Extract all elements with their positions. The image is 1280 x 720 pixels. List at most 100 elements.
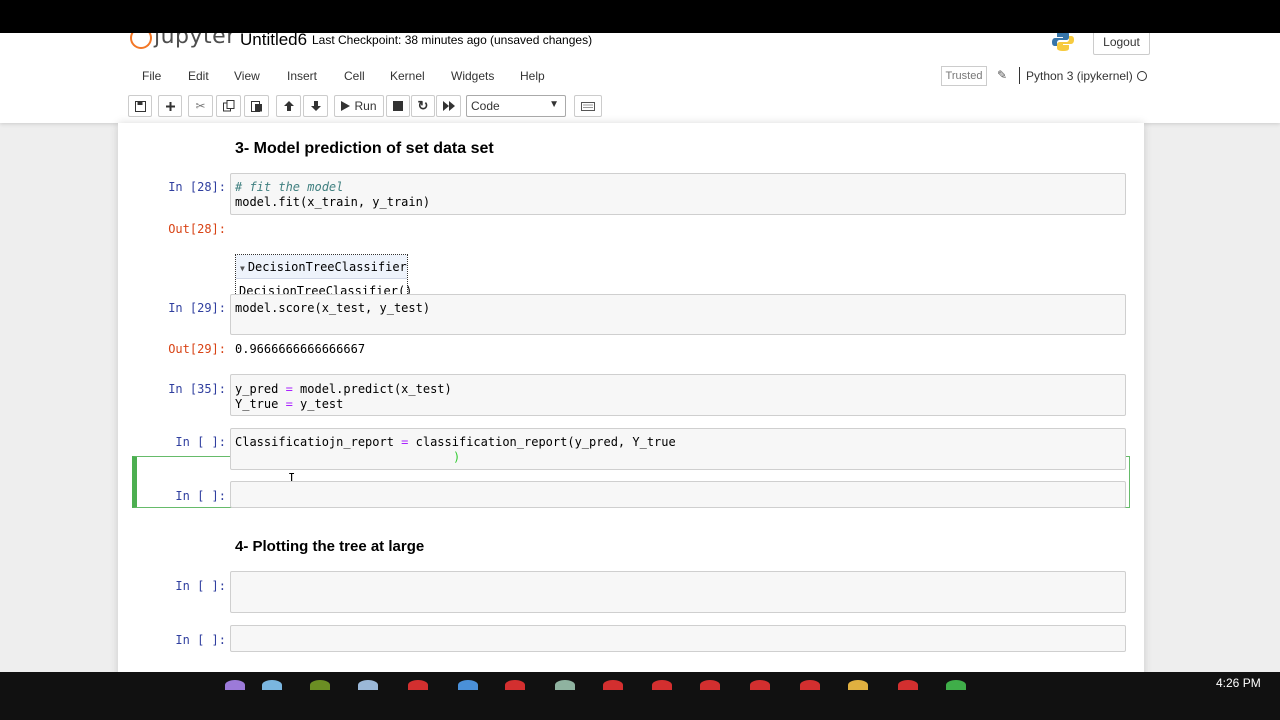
code-operator: = <box>285 382 293 396</box>
kernel-idle-icon <box>1137 71 1147 81</box>
command-palette-button[interactable] <box>574 95 602 117</box>
jupyter-logo[interactable]: jupyter <box>130 33 236 49</box>
app-icon[interactable] <box>555 680 575 690</box>
notebook-name[interactable]: Untitled6 <box>240 33 307 50</box>
menu-cell[interactable]: Cell <box>344 69 365 83</box>
paste-button[interactable] <box>244 95 269 117</box>
cell-28-prompt: In [28]: <box>168 180 226 194</box>
active-cell-input[interactable]: Classificatiojn_report = classification_… <box>230 428 1126 470</box>
markdown-heading-4: 4- Plotting the tree at large <box>235 538 425 555</box>
keyboard-icon <box>581 101 595 111</box>
app-icon[interactable] <box>358 680 378 690</box>
chrome-icon[interactable] <box>408 680 428 690</box>
paste-icon <box>250 101 262 112</box>
triangle-down-icon: ▼ <box>240 264 245 273</box>
cell-29-output: 0.9666666666666667 <box>235 342 366 356</box>
code-text: classification_report(y_pred, Y_true <box>408 435 676 449</box>
stop-icon <box>393 101 403 111</box>
cell-35-input[interactable]: y_pred = model.predict(x_test) Y_true = … <box>230 374 1126 416</box>
menu-view[interactable]: View <box>234 69 260 83</box>
app-icon[interactable] <box>946 680 966 690</box>
menu-edit[interactable]: Edit <box>188 69 209 83</box>
play-icon <box>341 101 351 111</box>
code-text: Classificatiojn_report <box>235 435 402 449</box>
app-icon[interactable] <box>458 680 478 690</box>
copy-button[interactable] <box>216 95 241 117</box>
chrome-icon[interactable] <box>652 680 672 690</box>
insert-cell-button[interactable] <box>158 95 182 117</box>
jupyter-logo-icon <box>130 33 152 49</box>
code-line: model.fit(x_train, y_train) <box>235 195 431 209</box>
code-text: Y_true <box>235 397 286 411</box>
code-operator: = <box>285 397 293 411</box>
cell-28-out-prompt: Out[28]: <box>168 222 226 236</box>
restart-run-all-button[interactable] <box>436 95 461 117</box>
move-up-button[interactable] <box>276 95 301 117</box>
restart-button[interactable]: ↻ <box>411 95 435 117</box>
chrome-icon[interactable] <box>800 680 820 690</box>
checkpoint-status: Last Checkpoint: 38 minutes ago <box>312 33 487 47</box>
code-text: model.predict(x_test) <box>292 382 452 396</box>
unsaved-status: (unsaved changes) <box>490 33 593 47</box>
menu-help[interactable]: Help <box>520 69 545 83</box>
menu-file[interactable]: File <box>142 69 161 83</box>
chrome-icon[interactable] <box>603 680 623 690</box>
code-comment: # fit the model <box>235 180 344 194</box>
run-button[interactable]: Run <box>334 95 384 117</box>
cell-29-prompt: In [29]: <box>168 301 226 315</box>
empty-cell-2-prompt: In [ ]: <box>175 579 226 593</box>
notebook-header: jupyter Untitled6 Last Checkpoint: 38 mi… <box>0 33 1280 123</box>
empty-cell-3-input[interactable] <box>230 625 1126 652</box>
cut-button[interactable]: ✂ <box>188 95 213 117</box>
plus-icon <box>165 101 175 111</box>
move-down-button[interactable] <box>303 95 328 117</box>
menu-widgets[interactable]: Widgets <box>451 69 494 83</box>
trusted-badge[interactable]: Trusted <box>941 66 987 86</box>
active-cell-prompt: In [ ]: <box>175 435 226 449</box>
folder-icon[interactable] <box>848 680 868 690</box>
chrome-icon[interactable] <box>700 680 720 690</box>
chrome-icon[interactable] <box>750 680 770 690</box>
empty-cell-1-prompt: In [ ]: <box>175 489 226 503</box>
estimator-header[interactable]: ▼ DecisionTreeClassifier <box>236 255 407 279</box>
markdown-heading-3: 3- Model prediction of set data set <box>235 140 494 157</box>
cell-29-input[interactable]: model.score(x_test, y_test) <box>230 294 1126 335</box>
save-button[interactable] <box>128 95 152 117</box>
code-line: model.score(x_test, y_test) <box>235 301 431 315</box>
scissors-icon: ✂ <box>195 99 206 113</box>
empty-cell-2-input[interactable] <box>230 571 1126 613</box>
code-text: y_pred <box>235 382 286 396</box>
restart-icon: ↻ <box>417 98 429 113</box>
chrome-icon[interactable] <box>505 680 525 690</box>
interrupt-button[interactable] <box>386 95 410 117</box>
menu-insert[interactable]: Insert <box>287 69 317 83</box>
empty-cell-1-input[interactable] <box>230 481 1126 508</box>
cell-35-prompt: In [35]: <box>168 382 226 396</box>
taskbar: 4:26 PM <box>0 672 1280 720</box>
code-closing-paren: ) <box>453 450 461 464</box>
kernel-name: Python 3 (ipykernel) <box>1026 69 1133 83</box>
cell-type-select[interactable]: Code ▼ <box>466 95 566 117</box>
chrome-icon[interactable] <box>898 680 918 690</box>
jupyter-logo-text: jupyter <box>154 33 236 49</box>
chevron-down-icon: ▼ <box>549 99 559 110</box>
menu-kernel[interactable]: Kernel <box>390 69 425 83</box>
kernel-divider <box>1019 67 1020 84</box>
code-text: y_test <box>292 397 344 411</box>
notebook-container: 3- Model prediction of set data set In [… <box>118 123 1144 672</box>
arrow-up-icon <box>283 101 294 111</box>
cell-type-value: Code <box>471 99 500 113</box>
estimator-title: DecisionTreeClassifier <box>247 260 407 274</box>
cell-28-input[interactable]: # fit the model model.fit(x_train, y_tra… <box>230 173 1126 215</box>
app-icon[interactable] <box>225 680 245 690</box>
logout-button[interactable]: Logout <box>1093 33 1150 55</box>
fast-forward-icon <box>442 101 455 111</box>
edit-pencil-icon[interactable]: ✎ <box>997 68 1007 82</box>
notebook-toolbar: ✂ Run ↻ Code ▼ <box>128 95 1152 119</box>
run-label: Run <box>354 99 377 113</box>
browser-viewport: jupyter Untitled6 Last Checkpoint: 38 mi… <box>0 33 1280 672</box>
empty-cell-3-prompt: In [ ]: <box>175 633 226 647</box>
app-icon[interactable] <box>262 680 282 690</box>
taskbar-clock[interactable]: 4:26 PM <box>1216 676 1261 690</box>
app-icon[interactable] <box>310 680 330 690</box>
